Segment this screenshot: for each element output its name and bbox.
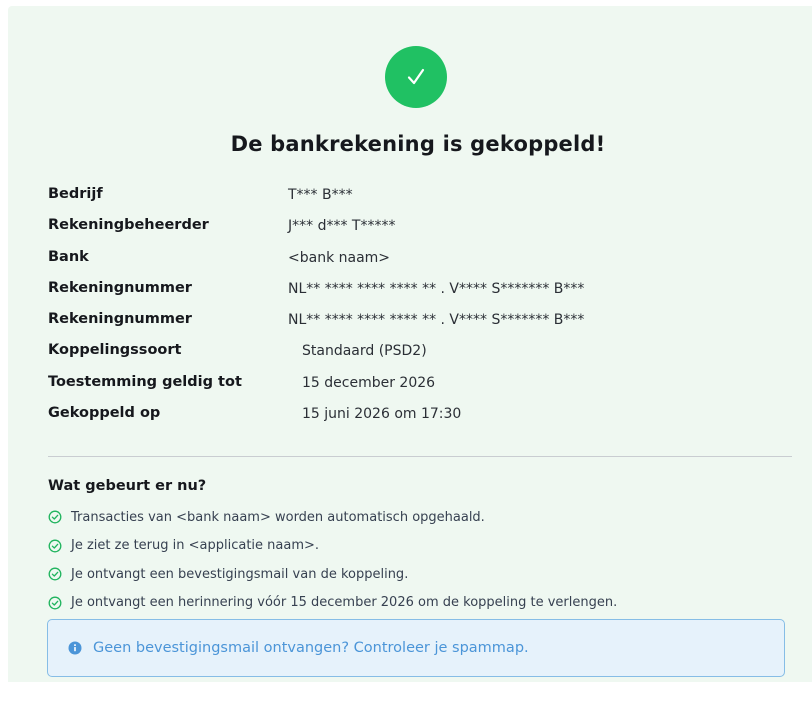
circle-check-icon xyxy=(48,510,62,524)
detail-value: 15 juni 2026 om 17:30 xyxy=(302,406,462,423)
detail-row-toestemming: Toestemming geldig tot 15 december 2026 xyxy=(48,372,788,403)
detail-value: J*** d*** T***** xyxy=(288,218,396,235)
detail-value: Standaard (PSD2) xyxy=(302,343,427,360)
circle-check-icon xyxy=(48,596,62,610)
circle-check-icon xyxy=(48,539,62,553)
detail-label: Rekeningnummer xyxy=(48,279,192,296)
detail-value: 15 december 2026 xyxy=(302,374,436,391)
list-item-text: Je ontvangt een herinnering vóór 15 dece… xyxy=(71,595,618,611)
detail-row-rekeningnummer-1: Rekeningnummer NL** **** **** **** ** . … xyxy=(48,278,788,309)
detail-label: Gekoppeld op xyxy=(48,405,161,422)
success-check-icon xyxy=(385,46,447,108)
circle-check-icon xyxy=(48,567,62,581)
detail-value: T*** B*** xyxy=(288,187,353,203)
detail-row-gekoppeld-op: Gekoppeld op 15 juni 2026 om 17:30 xyxy=(48,403,788,434)
detail-row-bedrijf: Bedrijf T*** B*** xyxy=(48,184,788,215)
next-steps-list: Transacties van <bank naam> worden autom… xyxy=(48,503,792,617)
detail-label: Rekeningnummer xyxy=(48,311,192,328)
list-item-text: Je ontvangt een bevestigingsmail van de … xyxy=(71,566,409,582)
list-item: Je ziet ze terug in <applicatie naam>. xyxy=(48,532,792,561)
detail-row-rekeningbeheerder: Rekeningbeheerder J*** d*** T***** xyxy=(48,215,788,246)
detail-label: Toestemming geldig tot xyxy=(48,373,242,390)
list-item: Je ontvangt een bevestigingsmail van de … xyxy=(48,560,792,589)
divider xyxy=(48,456,792,457)
detail-label: Bank xyxy=(48,248,89,265)
detail-row-koppelingssoort: Koppelingssoort Standaard (PSD2) xyxy=(48,340,788,371)
list-item: Je ontvangt een herinnering vóór 15 dece… xyxy=(48,589,792,618)
details-list: Bedrijf T*** B*** Rekeningbeheerder J***… xyxy=(48,184,788,434)
list-item: Transacties van <bank naam> worden autom… xyxy=(48,503,792,532)
detail-row-rekeningnummer-2: Rekeningnummer NL** **** **** **** ** . … xyxy=(48,309,788,340)
detail-label: Rekeningbeheerder xyxy=(48,217,209,234)
info-alert-text: Geen bevestigingsmail ontvangen? Control… xyxy=(93,640,529,656)
info-icon xyxy=(68,641,82,655)
confirmation-card: De bankrekening is gekoppeld! Bedrijf T*… xyxy=(8,6,812,682)
detail-value: <bank naam> xyxy=(288,249,391,266)
detail-row-bank: Bank <bank naam> xyxy=(48,247,788,278)
detail-label: Bedrijf xyxy=(48,186,103,202)
list-item-text: Transacties van <bank naam> worden autom… xyxy=(71,509,485,525)
detail-value: NL** **** **** **** ** . V**** S******* … xyxy=(288,312,585,329)
info-alert: Geen bevestigingsmail ontvangen? Control… xyxy=(47,619,785,677)
next-steps-title: Wat gebeurt er nu? xyxy=(48,478,207,494)
list-item-text: Je ziet ze terug in <applicatie naam>. xyxy=(71,538,320,554)
page-title: De bankrekening is gekoppeld! xyxy=(230,132,606,156)
detail-label: Koppelingssoort xyxy=(48,342,182,359)
detail-value: NL** **** **** **** ** . V**** S******* … xyxy=(288,280,585,297)
